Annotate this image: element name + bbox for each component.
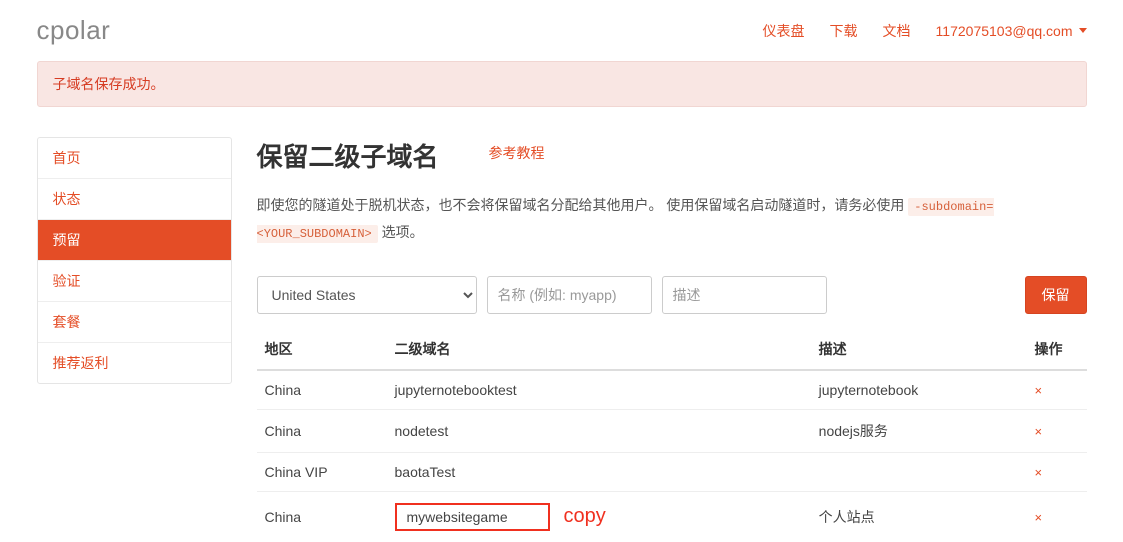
cell-desc — [811, 452, 1027, 491]
subdomain-table: 地区 二级域名 描述 操作 China jupyternotebooktest … — [257, 329, 1087, 542]
cell-region: China — [257, 491, 387, 542]
desc-text-1: 即使您的隧道处于脱机状态，也不会将保留域名分配给其他用户。 使用保留域名启动隧道… — [257, 197, 905, 213]
reserve-form: United States 保留 — [257, 276, 1087, 314]
sidebar-item-plan[interactable]: 套餐 — [38, 302, 231, 343]
user-email[interactable]: 1172075103@qq.com — [936, 23, 1073, 39]
tutorial-link[interactable]: 参考教程 — [489, 143, 545, 163]
subdomain-desc-input[interactable] — [662, 276, 827, 314]
cell-subdomain: nodetest — [387, 409, 811, 452]
copy-annotation: copy — [564, 505, 606, 528]
sidebar-item-referral[interactable]: 推荐返利 — [38, 343, 231, 383]
delete-button[interactable]: × — [1035, 383, 1043, 398]
delete-button[interactable]: × — [1035, 510, 1043, 525]
col-action: 操作 — [1027, 329, 1087, 370]
page-description: 即使您的隧道处于脱机状态，也不会将保留域名分配给其他用户。 使用保留域名启动隧道… — [257, 192, 1087, 246]
nav-links: 仪表盘 下载 文档 1172075103@qq.com — [763, 21, 1087, 41]
highlighted-subdomain: mywebsitegame — [395, 503, 550, 531]
user-dropdown[interactable]: 1172075103@qq.com — [936, 23, 1087, 39]
col-subdomain: 二级域名 — [387, 329, 811, 370]
page-title: 保留二级子域名 — [257, 137, 439, 174]
sidebar-item-home[interactable]: 首页 — [38, 138, 231, 179]
table-row: China VIP baotaTest × — [257, 452, 1087, 491]
top-nav: cpolar 仪表盘 下载 文档 1172075103@qq.com — [37, 0, 1087, 56]
region-select[interactable]: United States — [257, 276, 477, 314]
nav-download[interactable]: 下载 — [830, 21, 858, 41]
table-row: China jupyternotebooktest jupyternoteboo… — [257, 370, 1087, 410]
caret-down-icon — [1079, 28, 1087, 33]
desc-text-2: 选项。 — [382, 224, 424, 240]
cell-region: China VIP — [257, 452, 387, 491]
col-region: 地区 — [257, 329, 387, 370]
nav-dashboard[interactable]: 仪表盘 — [763, 21, 805, 41]
cell-subdomain: baotaTest — [387, 452, 811, 491]
cell-desc: 个人站点 — [811, 491, 1027, 542]
sidebar: 首页 状态 预留 验证 套餐 推荐返利 — [37, 137, 232, 384]
cell-desc: jupyternotebook — [811, 370, 1027, 410]
cell-desc: nodejs服务 — [811, 409, 1027, 452]
success-alert: 子域名保存成功。 — [37, 61, 1087, 107]
content: 保留二级子域名 参考教程 即使您的隧道处于脱机状态，也不会将保留域名分配给其他用… — [257, 137, 1087, 542]
reserve-button[interactable]: 保留 — [1025, 276, 1087, 314]
delete-button[interactable]: × — [1035, 465, 1043, 480]
cell-region: China — [257, 409, 387, 452]
cell-region: China — [257, 370, 387, 410]
sidebar-item-status[interactable]: 状态 — [38, 179, 231, 220]
cell-subdomain: jupyternotebooktest — [387, 370, 811, 410]
sidebar-item-reserved[interactable]: 预留 — [38, 220, 231, 261]
table-row: China nodetest nodejs服务 × — [257, 409, 1087, 452]
sidebar-item-verify[interactable]: 验证 — [38, 261, 231, 302]
logo: cpolar — [37, 15, 111, 46]
col-desc: 描述 — [811, 329, 1027, 370]
table-row: China mywebsitegame copy 个人站点 × — [257, 491, 1087, 542]
subdomain-name-input[interactable] — [487, 276, 652, 314]
nav-docs[interactable]: 文档 — [883, 21, 911, 41]
delete-button[interactable]: × — [1035, 424, 1043, 439]
table-header-row: 地区 二级域名 描述 操作 — [257, 329, 1087, 370]
